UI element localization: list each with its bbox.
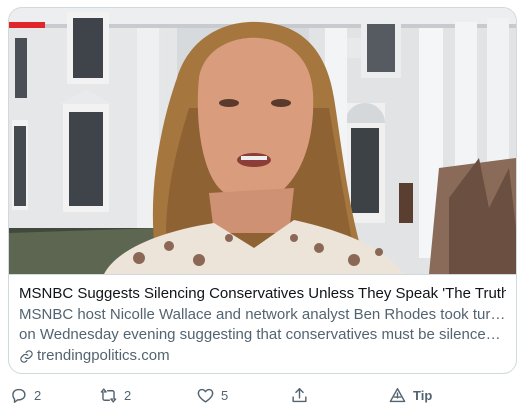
reply-button[interactable]: 2: [9, 383, 41, 407]
tip-label: Tip: [413, 387, 433, 403]
card-description: MSNBC host Nicolle Wallace and network a…: [19, 305, 506, 345]
share-button[interactable]: [290, 383, 309, 407]
tip-icon: [389, 387, 406, 402]
link-icon: [20, 349, 33, 363]
card-description-line-2: on Wednesday evening suggesting that con…: [19, 326, 506, 343]
tip-button[interactable]: Tip: [388, 383, 432, 407]
reply-icon: [12, 388, 26, 403]
retweet-icon: [100, 387, 117, 403]
link-preview-card[interactable]: MSNBC Suggests Silencing Conservatives U…: [8, 7, 517, 374]
reply-count: 2: [34, 387, 42, 403]
card-title[interactable]: MSNBC Suggests Silencing Conservatives U…: [19, 284, 506, 304]
card-image[interactable]: [9, 8, 516, 274]
retweet-count: 2: [124, 387, 132, 403]
like-button[interactable]: 5: [196, 383, 228, 407]
card-domain[interactable]: trendingpolitics.com: [19, 346, 506, 366]
share-icon: [292, 387, 307, 402]
card-description-line-1: MSNBC host Nicolle Wallace and network a…: [19, 306, 506, 323]
card-domain-text: trendingpolitics.com: [37, 347, 170, 364]
heart-icon: [197, 388, 214, 403]
tweet-action-bar: 2 2 5 Tip: [0, 380, 522, 410]
like-count: 5: [221, 387, 229, 403]
retweet-button[interactable]: 2: [99, 383, 131, 407]
